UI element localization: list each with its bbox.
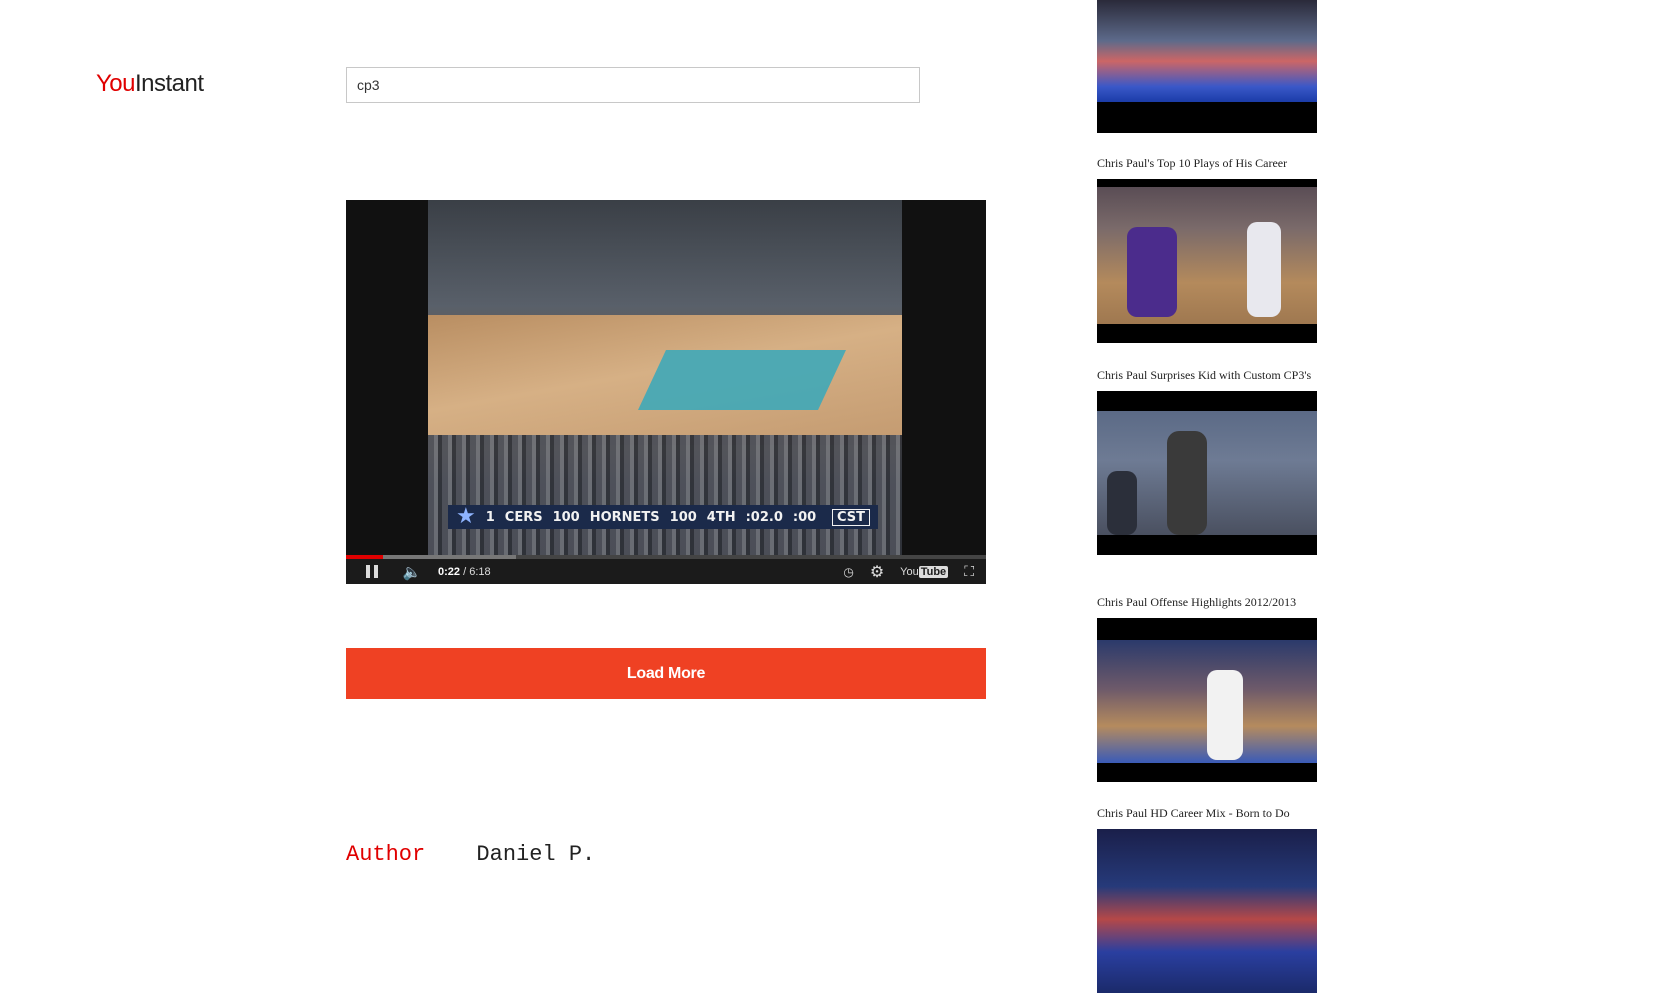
video-thumbnail[interactable] [1097, 0, 1317, 133]
scorebug-network: CST [831, 508, 870, 526]
video-thumbnail[interactable] [1097, 391, 1317, 555]
fullscreen-icon[interactable]: ⛶ [964, 563, 974, 580]
player-figure [1207, 670, 1243, 760]
app-logo[interactable]: YouInstant [96, 70, 204, 98]
scorebug-clock: :02.0 [745, 509, 783, 525]
video-thumbnail[interactable] [1097, 618, 1317, 782]
pause-icon[interactable] [360, 565, 384, 578]
thumbnail-image [1097, 187, 1317, 324]
related-video-title[interactable]: Chris Paul HD Career Mix - Born to Do [1097, 805, 1317, 821]
scorebug: ★ 1 CERS 100 HORNETS 100 4TH :02.0 :00 C… [448, 505, 878, 529]
author-label: Author [346, 842, 426, 867]
scorebug-shot-clock: :00 [792, 509, 817, 525]
player-figure [1247, 222, 1281, 317]
gear-icon[interactable]: ⚙ [870, 562, 884, 582]
crowd-image [428, 435, 902, 555]
volume-icon[interactable]: 🔈 [400, 563, 424, 581]
related-video-item[interactable]: Chris Paul Surprises Kid with Custom CP3… [1097, 367, 1337, 555]
scorebug-score2: 100 [669, 509, 697, 525]
load-more-button[interactable]: Load More [346, 648, 986, 699]
related-video-item[interactable]: Chris Paul Offense Highlights 2012/2013 [1097, 594, 1337, 782]
scorebug-star-number: 1 [485, 509, 495, 525]
court-paint [638, 350, 846, 410]
star-icon: ★ [456, 504, 476, 529]
video-thumbnail[interactable] [1097, 829, 1317, 993]
player-controls: 🔈 0:22 / 6:18 ◷ ⚙ You Tube ⛶ [346, 559, 986, 584]
logo-instant: Instant [135, 70, 204, 97]
related-video-title[interactable]: Chris Paul Offense Highlights 2012/2013 [1097, 594, 1317, 610]
thumbnail-image [1097, 411, 1317, 535]
related-video-item[interactable]: Chris Paul's Top 10 Plays of His Career [1097, 155, 1337, 343]
scorebug-team2: HORNETS [589, 509, 660, 525]
logo-you: You [96, 70, 136, 97]
youtube-logo-tube: Tube [918, 565, 949, 578]
thumbnail-image [1097, 829, 1317, 993]
author-name: Daniel P. [476, 842, 596, 867]
youtube-logo-icon[interactable]: You Tube [900, 565, 949, 578]
person-figure [1167, 431, 1207, 535]
person-figure [1107, 471, 1137, 535]
related-video-item[interactable] [1097, 0, 1337, 133]
youtube-logo-you: You [900, 565, 919, 578]
thumbnail-image [1097, 0, 1317, 102]
time-display: 0:22 / 6:18 [438, 566, 491, 578]
current-time: 0:22 [438, 565, 461, 578]
video-thumbnail[interactable] [1097, 179, 1317, 343]
scorebug-period: 4TH [706, 509, 736, 525]
related-video-title[interactable]: Chris Paul's Top 10 Plays of His Career [1097, 155, 1317, 171]
video-player[interactable]: ★ 1 CERS 100 HORNETS 100 4TH :02.0 :00 C… [346, 200, 986, 584]
thumbnail-image [1097, 640, 1317, 763]
scorebug-team1: CERS [504, 509, 543, 525]
video-frame[interactable]: ★ 1 CERS 100 HORNETS 100 4TH :02.0 :00 C… [428, 200, 902, 555]
related-video-title[interactable]: Chris Paul Surprises Kid with Custom CP3… [1097, 367, 1317, 383]
scorebug-score1: 100 [552, 509, 580, 525]
duration: / 6:18 [463, 565, 491, 578]
author-credit: Author Daniel P. [346, 842, 595, 867]
player-figure [1127, 227, 1177, 317]
watch-later-icon[interactable]: ◷ [843, 565, 853, 579]
search-input[interactable] [346, 67, 920, 103]
related-video-item[interactable]: Chris Paul HD Career Mix - Born to Do [1097, 805, 1337, 993]
